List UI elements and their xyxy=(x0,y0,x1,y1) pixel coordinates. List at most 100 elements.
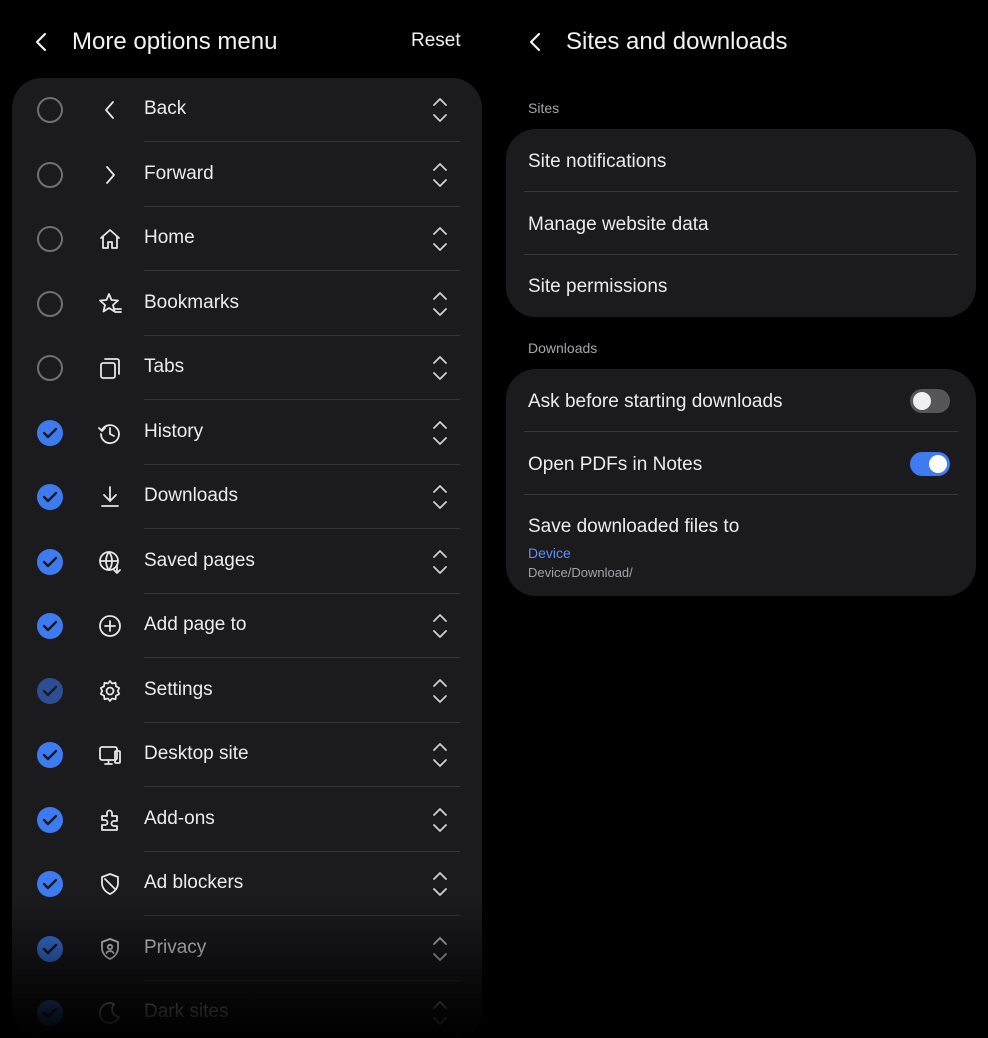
toggle-knob xyxy=(913,392,931,410)
reorder-handle-icon xyxy=(433,291,447,316)
downloads-card: Ask before starting downloads Open PDFs … xyxy=(506,369,976,596)
ask-before-downloads-item[interactable]: Ask before starting downloads xyxy=(506,369,976,432)
menu-item-saved-pages[interactable]: Saved pages xyxy=(12,530,482,594)
reorder-handle[interactable] xyxy=(429,739,451,771)
reorder-handle-icon xyxy=(433,807,447,832)
section-label-sites: Sites xyxy=(528,100,560,116)
save-location-path: Device/Download/ xyxy=(528,565,633,580)
reorder-handle[interactable] xyxy=(429,610,451,642)
item-checkbox[interactable] xyxy=(37,1000,63,1026)
menu-item-home[interactable]: Home xyxy=(12,207,482,271)
reset-button[interactable]: Reset xyxy=(411,30,461,52)
reorder-handle-icon xyxy=(433,1001,447,1025)
item-checkbox[interactable] xyxy=(37,355,63,381)
menu-item-label: History xyxy=(144,420,204,442)
menu-item-desktop-site[interactable]: Desktop site xyxy=(12,723,482,787)
reorder-handle[interactable] xyxy=(429,804,451,836)
checkmark-icon xyxy=(42,878,58,890)
menu-item-dark-sites[interactable]: Dark sites xyxy=(12,981,482,1038)
reorder-handle[interactable] xyxy=(429,417,451,449)
item-label: Ask before starting downloads xyxy=(528,391,783,412)
reorder-handle[interactable] xyxy=(429,223,451,255)
home-icon xyxy=(96,225,124,253)
menu-item-tabs[interactable]: Tabs xyxy=(12,336,482,400)
item-checkbox[interactable] xyxy=(37,677,63,704)
history-icon xyxy=(96,419,124,447)
puzzle-icon xyxy=(96,806,124,834)
menu-item-label: Saved pages xyxy=(144,549,255,571)
item-label: Site permissions xyxy=(528,276,668,297)
page-title: Sites and downloads xyxy=(566,28,788,55)
item-checkbox[interactable] xyxy=(37,484,63,510)
reorder-handle[interactable] xyxy=(429,546,451,578)
item-checkbox[interactable] xyxy=(37,419,63,446)
menu-item-add-ons[interactable]: Add-ons xyxy=(12,788,482,852)
item-checkbox[interactable] xyxy=(37,548,63,575)
reorder-handle[interactable] xyxy=(429,288,451,320)
menu-item-settings[interactable]: Settings xyxy=(12,659,482,723)
sites-card: Site notifications Manage website data S… xyxy=(506,129,976,317)
shield-icon xyxy=(96,870,124,898)
chevron-left-icon xyxy=(96,96,124,124)
checkmark-icon xyxy=(42,749,58,761)
download-icon xyxy=(96,483,124,511)
item-checkbox[interactable] xyxy=(37,806,63,833)
chevron-right-icon xyxy=(96,161,124,189)
menu-item-downloads[interactable]: Downloads xyxy=(12,465,482,529)
checkmark-icon xyxy=(42,620,58,632)
back-button[interactable] xyxy=(26,26,58,58)
item-checkbox[interactable] xyxy=(37,935,63,962)
desktop-icon xyxy=(96,741,124,769)
item-checkbox[interactable] xyxy=(37,161,63,188)
menu-item-bookmarks[interactable]: Bookmarks xyxy=(12,272,482,336)
menu-item-label: Bookmarks xyxy=(144,291,240,313)
checkmark-icon xyxy=(42,1007,58,1019)
reorder-handle-icon xyxy=(433,356,447,380)
reorder-handle[interactable] xyxy=(429,159,451,191)
checkmark-icon xyxy=(42,556,58,567)
item-label: Site notifications xyxy=(528,151,667,172)
menu-item-label: Forward xyxy=(144,162,214,184)
item-checkbox[interactable] xyxy=(37,97,63,123)
open-pdfs-item[interactable]: Open PDFs in Notes xyxy=(506,432,976,495)
checkmark-icon xyxy=(42,491,58,503)
menu-item-label: Add-ons xyxy=(144,807,215,829)
globe-download-icon xyxy=(96,548,124,576)
checkmark-icon xyxy=(42,814,58,825)
menu-item-back[interactable]: Back xyxy=(12,78,482,142)
item-checkbox[interactable] xyxy=(37,742,63,768)
reorder-handle-icon xyxy=(433,872,447,896)
reorder-handle[interactable] xyxy=(429,352,451,384)
item-checkbox[interactable] xyxy=(37,871,63,897)
save-location-item[interactable]: Save downloaded files to Device Device/D… xyxy=(506,495,976,596)
menu-item-history[interactable]: History xyxy=(12,401,482,465)
reorder-handle-icon xyxy=(433,614,447,638)
menu-options-list: Back Forward Home Bookmarks Tabs History Downl… xyxy=(12,78,482,1038)
back-button[interactable] xyxy=(520,26,552,58)
checkmark-icon xyxy=(42,685,58,696)
reorder-handle[interactable] xyxy=(429,675,451,707)
open-pdfs-toggle[interactable] xyxy=(910,452,950,476)
reorder-handle[interactable] xyxy=(429,997,451,1029)
menu-item-label: Downloads xyxy=(144,485,238,506)
item-checkbox[interactable] xyxy=(37,613,63,639)
reorder-handle[interactable] xyxy=(429,481,451,513)
site-permissions-item[interactable]: Site permissions xyxy=(506,255,976,317)
reorder-handle-icon xyxy=(433,743,447,767)
menu-item-ad-blockers[interactable]: Ad blockers xyxy=(12,852,482,916)
reorder-handle[interactable] xyxy=(429,868,451,900)
reorder-handle[interactable] xyxy=(429,94,451,126)
manage-website-data-item[interactable]: Manage website data xyxy=(506,192,976,255)
site-notifications-item[interactable]: Site notifications xyxy=(506,129,976,192)
menu-item-label: Tabs xyxy=(144,356,185,377)
reorder-handle[interactable] xyxy=(429,933,451,965)
menu-item-privacy[interactable]: Privacy xyxy=(12,917,482,981)
reorder-handle-icon xyxy=(433,420,447,445)
menu-item-label: Ad blockers xyxy=(144,872,244,893)
menu-item-add-page-to[interactable]: Add page to xyxy=(12,594,482,658)
item-checkbox[interactable] xyxy=(37,226,63,252)
menu-item-forward[interactable]: Forward xyxy=(12,143,482,207)
ask-before-toggle[interactable] xyxy=(910,389,950,413)
item-checkbox[interactable] xyxy=(37,290,63,317)
reorder-handle-icon xyxy=(433,227,447,251)
